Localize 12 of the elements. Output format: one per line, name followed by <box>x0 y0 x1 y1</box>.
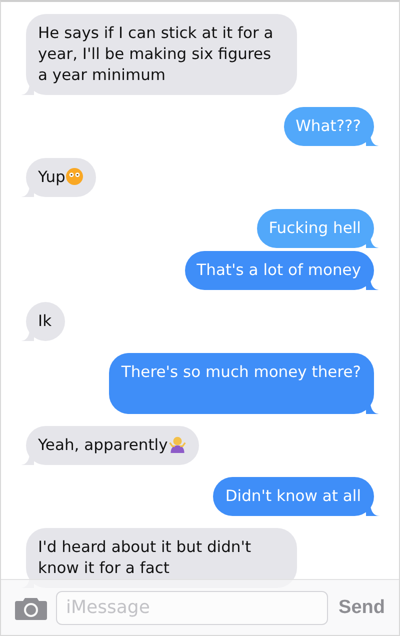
message-bubble: Fucking hell <box>256 209 374 248</box>
message-input[interactable]: iMessage <box>56 590 328 624</box>
message-bubble: There's so much money there? <box>109 353 374 414</box>
message-bubble: Yeah, apparently <box>26 426 199 465</box>
send-button[interactable]: Send <box>336 596 385 618</box>
message-bubble: That's a lot of money <box>184 251 374 290</box>
message-bubble: Didn't know at all <box>213 477 374 516</box>
message-bubble: What??? <box>284 107 374 146</box>
message-bubble: Yup <box>26 158 96 197</box>
message-bubble: Ik <box>26 302 65 341</box>
camera-icon[interactable] <box>15 596 47 620</box>
message-bubble: He says if I can stick at it for a year, I'll be making six figures a year minimum <box>26 14 297 95</box>
